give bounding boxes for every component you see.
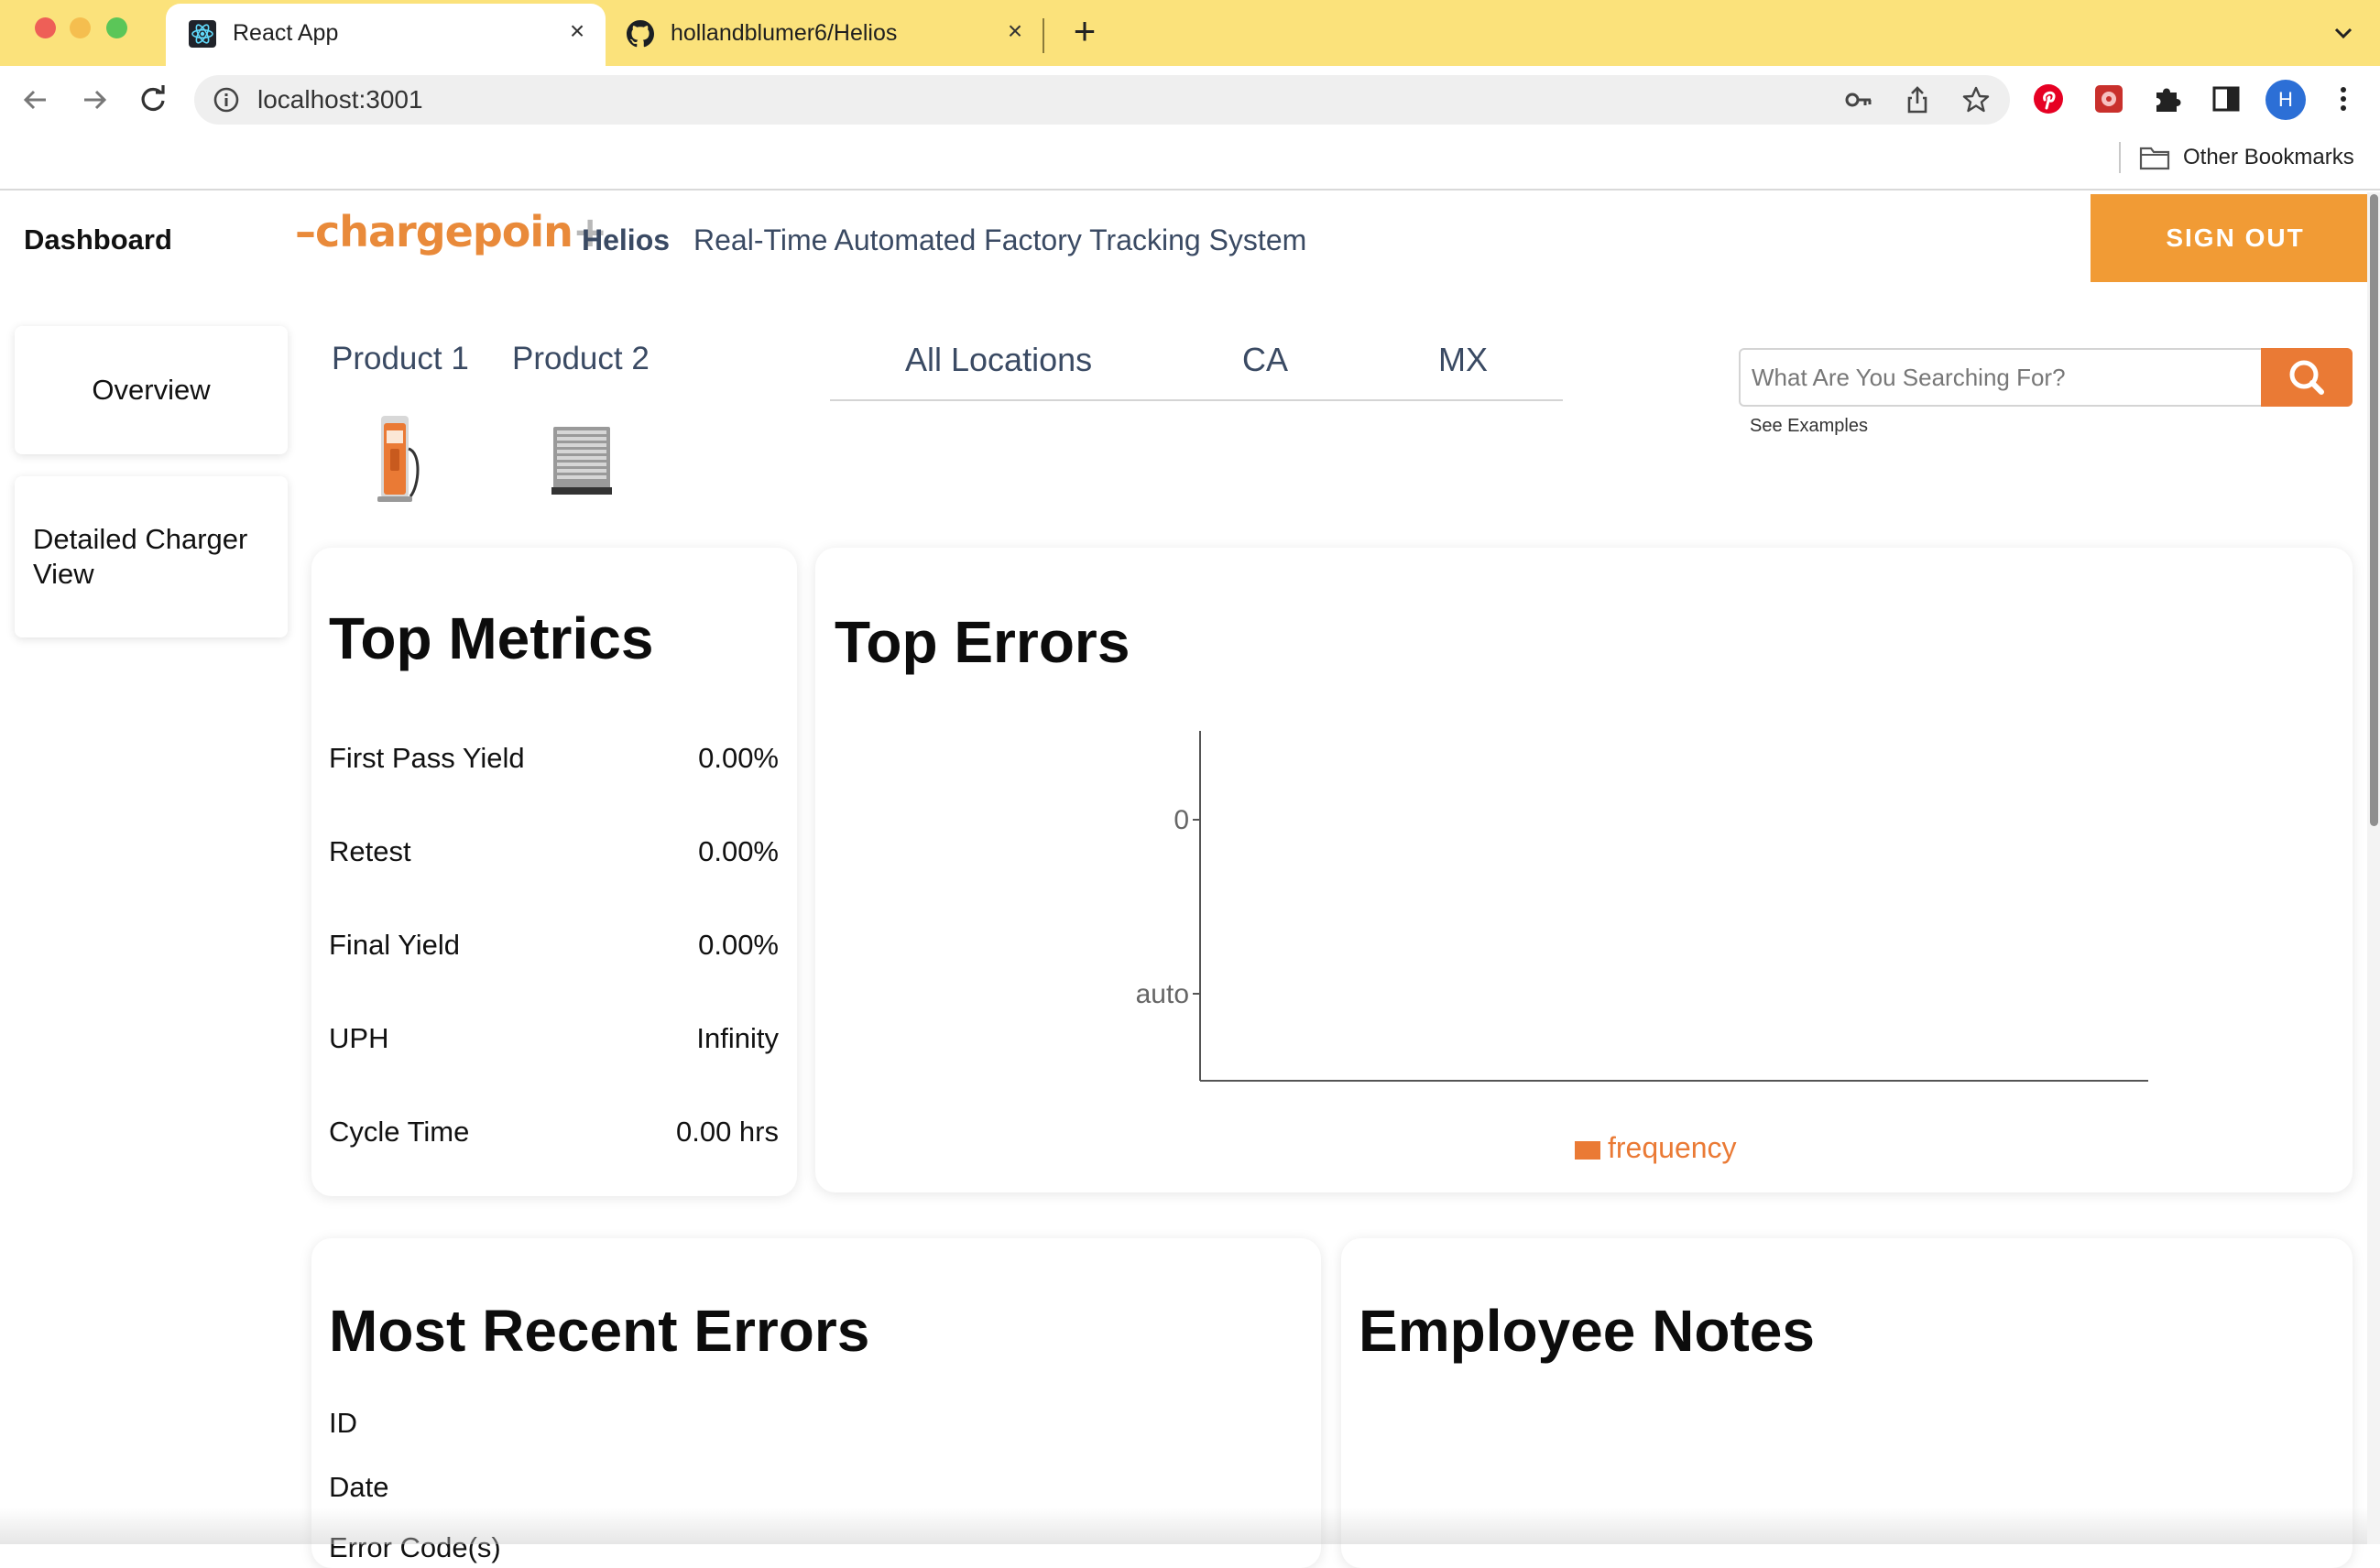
sign-out-button[interactable]: SIGN OUT [2091, 194, 2380, 282]
extension-icon[interactable] [2090, 80, 2128, 118]
react-icon [189, 20, 216, 48]
top-metrics-title: Top Metrics [329, 605, 654, 671]
metric-label: Cycle Time [329, 1116, 470, 1148]
close-window-button[interactable] [35, 17, 56, 38]
recent-error-field-label: ID [329, 1407, 357, 1439]
app-name: Helios [582, 223, 671, 256]
reload-icon[interactable] [134, 81, 172, 119]
recent-error-field-label: Date [329, 1471, 389, 1503]
y-tick-label: 0 [1174, 805, 1189, 835]
close-tab-icon[interactable]: × [561, 15, 594, 48]
metric-value: 0.00% [698, 835, 779, 867]
sidebar-item-label: Detailed Charger View [33, 523, 248, 590]
metric-value: 0.00% [698, 742, 779, 774]
info-icon[interactable] [211, 84, 242, 115]
search-input[interactable] [1739, 348, 2263, 407]
legend-label: frequency [1608, 1131, 1737, 1164]
pinterest-icon[interactable] [2029, 80, 2068, 118]
folder-icon [2139, 144, 2170, 171]
address-bar[interactable] [194, 75, 2010, 125]
y-tick-label: auto [1136, 979, 1189, 1009]
more-vertical-icon[interactable] [2324, 80, 2363, 118]
tab-title[interactable]: hollandblumer6/Helios [671, 20, 897, 47]
metric-label: Final Yield [329, 929, 461, 961]
tab-product-2[interactable]: Product 2 [512, 341, 650, 377]
tab-title: React App [233, 20, 339, 46]
charger-station-icon[interactable] [370, 412, 425, 504]
new-tab-button[interactable]: + [1064, 11, 1105, 51]
forward-arrow-icon[interactable] [75, 81, 114, 119]
top-errors-title: Top Errors [835, 609, 1130, 675]
top-errors-chart: 0 auto frequency [1136, 731, 2148, 1164]
metric-label: Retest [329, 835, 411, 867]
bottom-shadow [0, 1508, 2380, 1544]
metric-value: 0.00 hrs [675, 1116, 779, 1148]
scrollbar-thumb[interactable] [2370, 194, 2378, 826]
location-tabs-divider [830, 399, 1563, 401]
other-bookmarks-link[interactable]: Other Bookmarks [2183, 145, 2354, 170]
sidebar-toggle-icon[interactable] [2207, 80, 2245, 118]
charger-cabinet-icon[interactable] [551, 423, 612, 496]
sidebar-item-overview[interactable]: Overview [15, 326, 288, 454]
dashboard-title: Dashboard [24, 223, 172, 256]
chargepoint-logo[interactable]: –chargepoin+ [295, 207, 607, 256]
tab-mx[interactable]: MX [1438, 341, 1488, 379]
maximize-window-button[interactable] [106, 17, 127, 38]
profile-avatar[interactable]: H [2265, 80, 2306, 120]
search-button[interactable] [2261, 348, 2353, 407]
employee-notes-title: Employee Notes [1359, 1298, 1815, 1364]
tab-ca[interactable]: CA [1242, 341, 1288, 379]
tab-product-1[interactable]: Product 1 [332, 341, 469, 377]
sidebar-item-label: Overview [92, 374, 211, 406]
github-icon [627, 20, 654, 48]
metric-label: UPH [329, 1022, 389, 1054]
bookmarks-bar [0, 134, 2380, 191]
star-icon[interactable] [1960, 84, 1992, 115]
metric-value: 0.00% [698, 929, 779, 961]
see-examples-link[interactable]: See Examples [1750, 416, 1868, 437]
url-text[interactable]: localhost:3001 [257, 85, 423, 114]
legend-swatch [1575, 1141, 1600, 1160]
metric-label: First Pass Yield [329, 742, 525, 774]
metric-value: Infinity [696, 1022, 779, 1054]
share-icon[interactable] [1902, 84, 1933, 115]
key-icon[interactable] [1843, 84, 1874, 115]
most-recent-errors-title: Most Recent Errors [329, 1298, 870, 1364]
tab-separator [1043, 18, 1044, 53]
bookmarks-separator [2119, 142, 2121, 173]
close-tab-icon[interactable]: × [999, 15, 1032, 48]
tab-react-app[interactable] [166, 4, 606, 66]
puzzle-icon[interactable] [2148, 80, 2187, 118]
sidebar-item-detailed-charger-view[interactable]: Detailed Charger View [15, 476, 288, 637]
chevron-down-icon[interactable] [2327, 16, 2360, 49]
minimize-window-button[interactable] [70, 17, 91, 38]
app-subtitle: Real-Time Automated Factory Tracking Sys… [693, 223, 1307, 256]
tab-all-locations[interactable]: All Locations [905, 341, 1092, 379]
back-arrow-icon[interactable] [16, 81, 55, 119]
